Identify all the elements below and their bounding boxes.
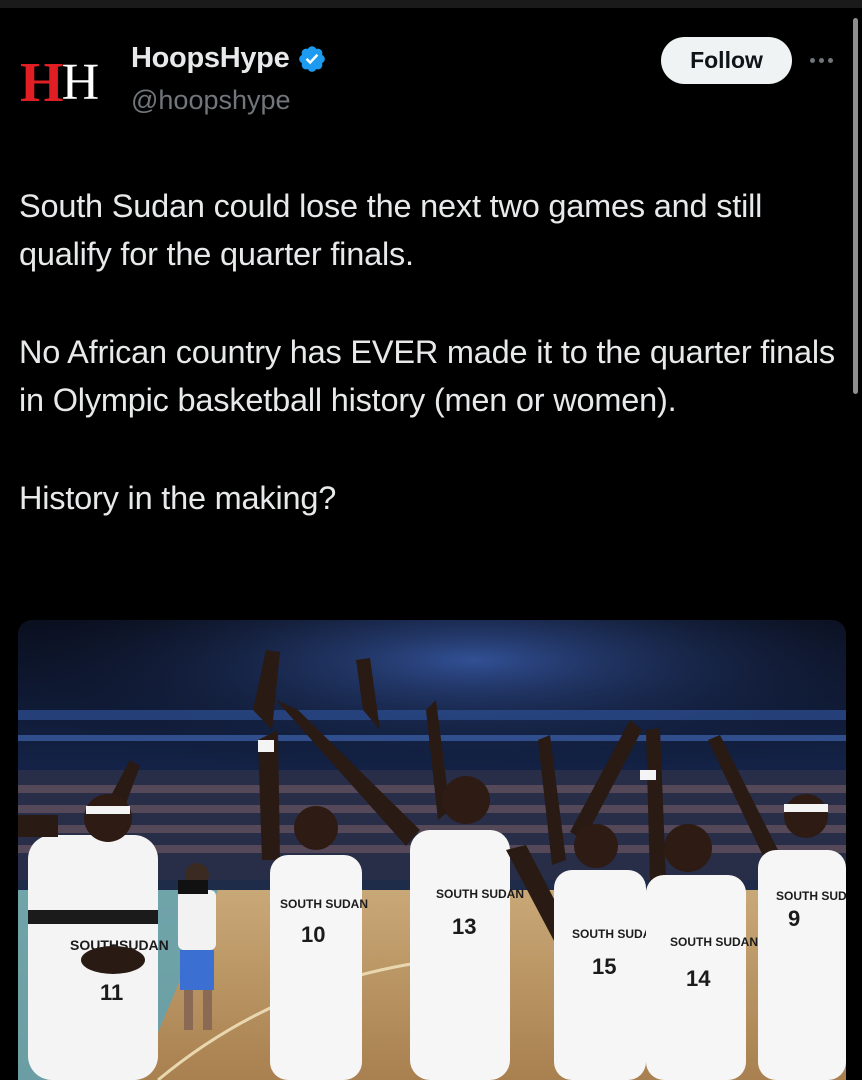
jersey-number: 15 (592, 954, 616, 979)
jersey-text: SOUTH SUDAN (670, 935, 758, 949)
author-handle[interactable]: @hoopshype (131, 85, 291, 116)
jersey-number: 10 (301, 922, 325, 947)
avatar[interactable]: HH (20, 52, 112, 114)
jersey-text: SOUTH SUDAN (436, 887, 524, 901)
jersey-number: 14 (686, 966, 711, 991)
tweet-paragraph: South Sudan could lose the next two game… (19, 188, 763, 272)
scrollbar[interactable] (853, 18, 858, 394)
top-edge (0, 0, 862, 8)
jersey-number: 9 (788, 906, 800, 931)
tweet-photo[interactable]: SOUTHSUDAN 11 SOUTH SUDAN 10 SOUTH SUDAN… (18, 620, 846, 1080)
more-options-icon[interactable] (810, 52, 844, 68)
jersey-number: 11 (100, 980, 123, 1005)
jersey-text: SOUTH SUDAN (776, 889, 846, 903)
avatar-logo-white-letter: H (61, 54, 100, 111)
team-celebration-photo: SOUTHSUDAN 11 SOUTH SUDAN 10 SOUTH SUDAN… (18, 620, 846, 1080)
more-dot (828, 57, 833, 63)
more-dot (810, 57, 815, 63)
tweet-paragraph: History in the making? (19, 480, 337, 516)
more-dot (819, 57, 824, 63)
author-display-name[interactable]: HoopsHype (131, 42, 290, 75)
follow-button[interactable]: Follow (661, 37, 792, 84)
tweet-text: South Sudan could lose the next two game… (19, 182, 849, 522)
jersey-number: 13 (452, 914, 476, 939)
jersey-text: SOUTH SUDAN (280, 897, 368, 911)
author-name-row[interactable]: HoopsHype (131, 42, 327, 75)
verified-badge-icon (299, 45, 326, 72)
tweet-paragraph: No African country has EVER made it to t… (19, 334, 835, 418)
avatar-logo-red-letter: H (20, 52, 64, 114)
